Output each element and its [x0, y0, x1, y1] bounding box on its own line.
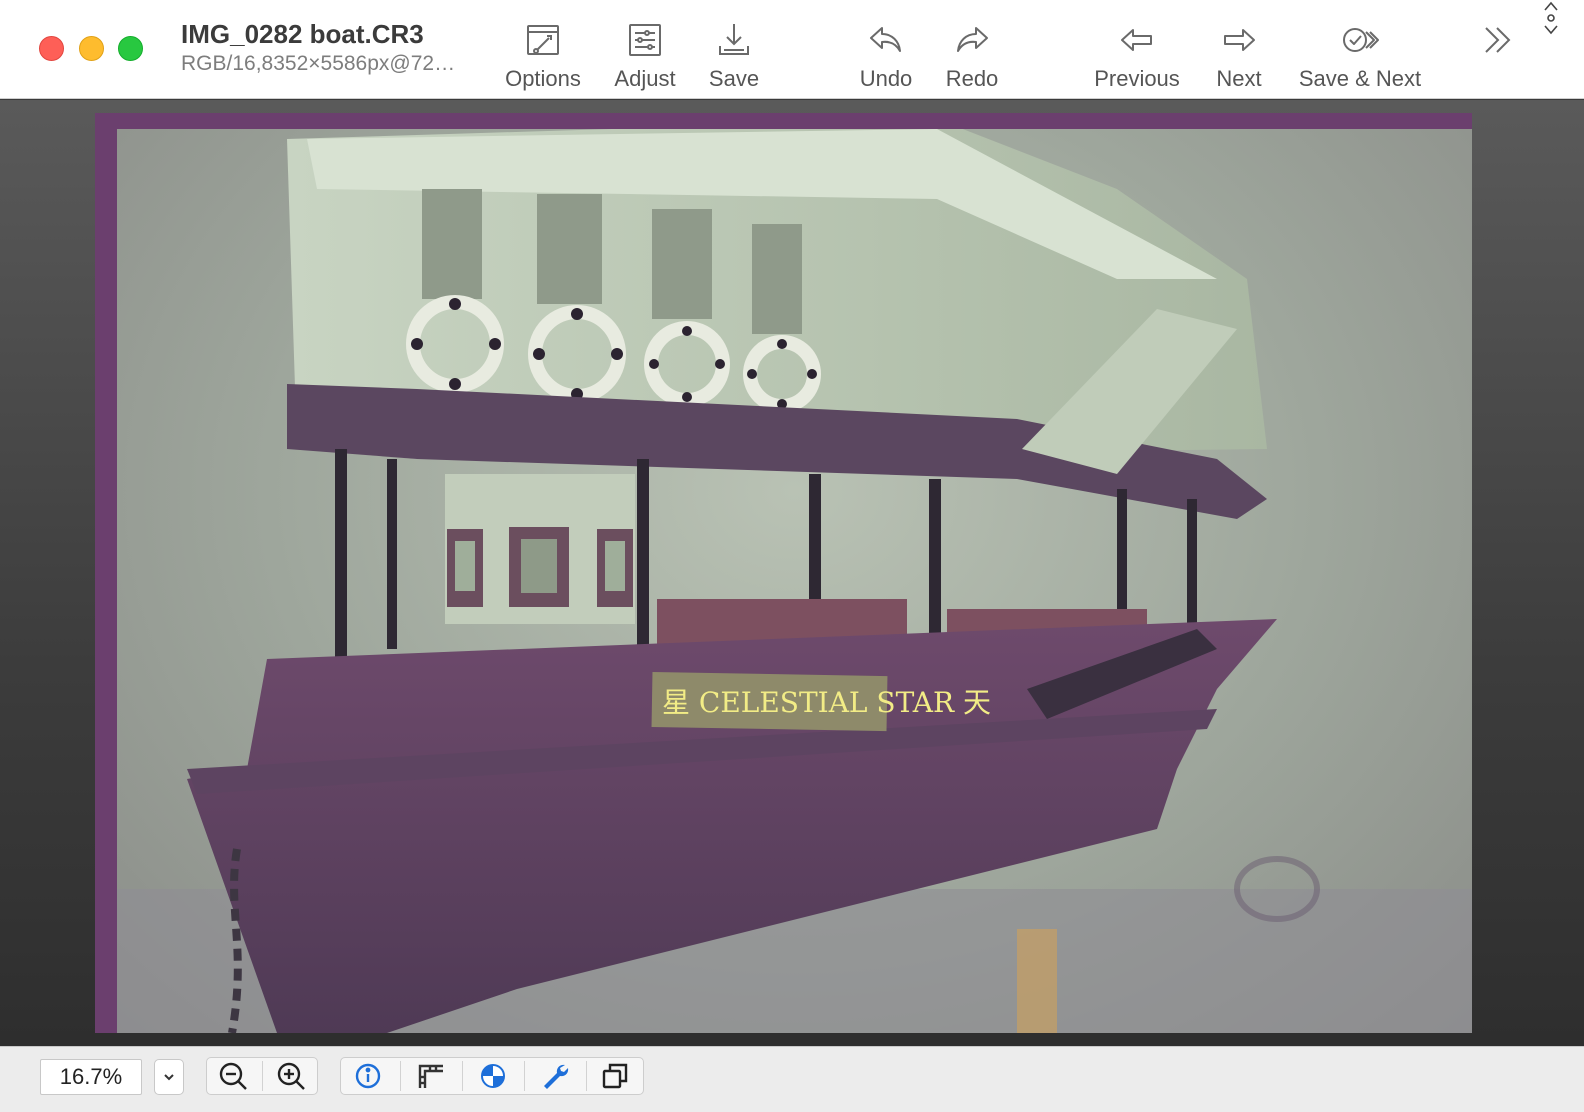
zoom-menu-button[interactable] — [154, 1059, 184, 1095]
info-icon — [355, 1063, 381, 1089]
updown-chevron-icon — [1544, 1, 1558, 35]
undo-button[interactable]: Undo — [855, 18, 917, 96]
chevron-double-right-icon — [1485, 27, 1511, 53]
nameplate-text: 星 CELESTIAL STAR 天 — [662, 686, 991, 719]
next-label: Next — [1216, 66, 1262, 91]
tools-button[interactable] — [530, 1057, 580, 1095]
zoom-level-field[interactable]: 16.7% — [40, 1059, 142, 1095]
color-wheel-icon — [481, 1064, 505, 1088]
options-icon — [521, 18, 565, 62]
divider — [586, 1061, 587, 1091]
redo-arrow-icon — [950, 18, 994, 62]
checkmark-arrow-icon — [1338, 18, 1382, 62]
document-info: RGB/16,8352×5586px@72… — [181, 52, 456, 75]
minimize-window-button[interactable] — [79, 36, 104, 61]
previous-button[interactable]: Previous — [1090, 18, 1184, 96]
previous-label: Previous — [1094, 66, 1180, 91]
save-and-next-label: Save & Next — [1298, 66, 1422, 91]
divider — [524, 1061, 525, 1091]
zoom-in-button[interactable] — [266, 1057, 316, 1095]
status-bar: 16.7% — [0, 1046, 1584, 1112]
next-button[interactable]: Next — [1211, 18, 1267, 96]
adjust-label: Adjust — [614, 66, 676, 91]
adjust-button[interactable]: Adjust — [609, 18, 681, 96]
divider — [462, 1061, 463, 1091]
arrow-left-icon — [1115, 18, 1159, 62]
wrench-icon — [544, 1064, 569, 1089]
arrow-right-icon — [1217, 18, 1261, 62]
duplicate-icon — [602, 1063, 628, 1089]
sliders-icon — [623, 18, 667, 62]
close-window-button[interactable] — [39, 36, 64, 61]
zoom-out-button[interactable] — [208, 1057, 258, 1095]
info-button[interactable] — [343, 1057, 393, 1095]
save-and-next-button[interactable]: Save & Next — [1294, 18, 1426, 96]
display-mode-control[interactable] — [1540, 0, 1562, 36]
crop-ruler-icon — [418, 1064, 443, 1088]
toolbar-overflow-button[interactable] — [1478, 20, 1518, 60]
image-canvas[interactable]: 星 CELESTIAL STAR 天 — [0, 100, 1584, 1046]
download-icon — [712, 18, 756, 62]
undo-label: Undo — [859, 66, 913, 91]
zoom-window-button[interactable] — [118, 36, 143, 61]
undo-arrow-icon — [864, 18, 908, 62]
color-profile-button[interactable] — [468, 1057, 518, 1095]
save-button[interactable]: Save — [704, 18, 764, 96]
options-label: Options — [505, 66, 581, 91]
boat-photo: 星 CELESTIAL STAR 天 — [117, 129, 1472, 1033]
toolbar: IMG_0282 boat.CR3 RGB/16,8352×5586px@72…… — [0, 0, 1584, 99]
options-button[interactable]: Options — [501, 18, 585, 96]
image-border: 星 CELESTIAL STAR 天 — [95, 113, 1472, 1033]
crop-button[interactable] — [406, 1057, 456, 1095]
duplicate-button[interactable] — [590, 1057, 640, 1095]
redo-button[interactable]: Redo — [942, 18, 1002, 96]
document-title: IMG_0282 boat.CR3 — [181, 19, 424, 49]
divider — [400, 1061, 401, 1091]
zoom-out-icon — [219, 1062, 247, 1090]
redo-label: Redo — [945, 66, 999, 91]
chevron-down-icon — [164, 1074, 174, 1081]
divider — [262, 1061, 263, 1091]
save-label: Save — [708, 66, 760, 91]
zoom-in-icon — [277, 1062, 305, 1090]
photo-preview[interactable]: 星 CELESTIAL STAR 天 — [117, 129, 1472, 1033]
